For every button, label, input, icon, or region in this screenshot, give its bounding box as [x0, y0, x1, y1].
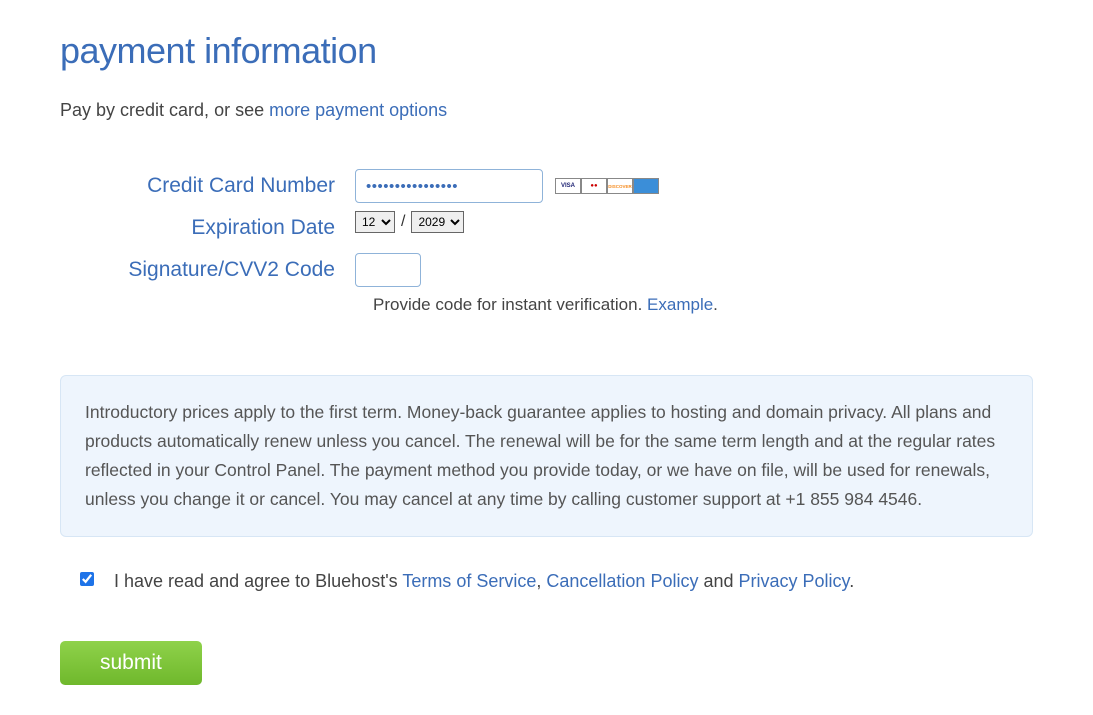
cvv-input[interactable] [355, 253, 421, 287]
privacy-policy-link[interactable]: Privacy Policy [739, 571, 850, 591]
discover-icon: DISCOVER [607, 178, 633, 194]
intro-text: Pay by credit card, or see more payment … [60, 100, 1033, 121]
agree-checkbox[interactable] [80, 572, 94, 586]
cvv-hint-suffix: . [713, 295, 718, 314]
card-number-label: Credit Card Number [60, 169, 355, 203]
cvv-hint-text: Provide code for instant verification. [373, 295, 647, 314]
submit-button[interactable]: submit [60, 641, 202, 685]
card-number-input[interactable] [355, 169, 543, 203]
agree-comma: , [536, 571, 546, 591]
page-title: payment information [60, 30, 1033, 72]
terms-of-service-link[interactable]: Terms of Service [402, 571, 536, 591]
mastercard-icon: ●● [581, 178, 607, 194]
agree-prefix: I have read and agree to Bluehost's [114, 571, 402, 591]
expiry-year-select[interactable]: 2029 [411, 211, 464, 233]
agree-suffix: . [849, 571, 854, 591]
agree-and: and [698, 571, 738, 591]
expiry-label: Expiration Date [60, 211, 355, 245]
cvv-hint: Provide code for instant verification. E… [373, 295, 1033, 315]
cancellation-policy-link[interactable]: Cancellation Policy [546, 571, 698, 591]
cvv-label: Signature/CVV2 Code [60, 253, 355, 287]
visa-icon: VISA [555, 178, 581, 194]
cvv-example-link[interactable]: Example [647, 295, 713, 314]
amex-icon [633, 178, 659, 194]
expiry-month-select[interactable]: 12 [355, 211, 395, 233]
card-badges: VISA ●● DISCOVER [555, 178, 659, 194]
expiry-separator: / [401, 213, 405, 231]
terms-box: Introductory prices apply to the first t… [60, 375, 1033, 537]
more-payment-options-link[interactable]: more payment options [269, 100, 447, 120]
intro-prefix: Pay by credit card, or see [60, 100, 269, 120]
agree-text: I have read and agree to Bluehost's Term… [114, 567, 854, 596]
